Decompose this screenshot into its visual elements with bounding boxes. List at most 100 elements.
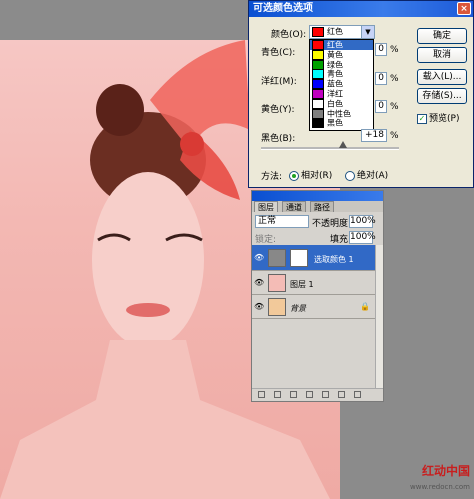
black-slider-track[interactable]	[261, 147, 399, 150]
selected-color-swatch	[312, 26, 324, 37]
radio-relative[interactable]	[289, 170, 299, 181]
new-layer-icon[interactable]	[338, 391, 345, 398]
layer-1[interactable]: 👁 图层 1	[252, 271, 383, 295]
preview-checkbox[interactable]: ✓	[417, 113, 427, 124]
lock-icon: 🔒	[360, 302, 370, 311]
group-folder-icon[interactable]	[322, 391, 329, 398]
bow-knot	[180, 132, 204, 156]
dialog-titlebar: 可选颜色选项 ×	[249, 1, 473, 17]
tab-channels[interactable]: 通道	[282, 201, 306, 212]
swatch-red	[312, 40, 324, 50]
opacity-label: 不透明度:	[312, 219, 352, 229]
magenta-unit: %	[390, 74, 399, 84]
trash-icon[interactable]	[354, 391, 361, 398]
eye-icon[interactable]: 👁	[254, 254, 264, 262]
dropdown-item-label: 洋红	[327, 89, 343, 99]
colors-label: 颜色(O):	[271, 30, 307, 40]
layer-selective-color[interactable]: 👁 选取颜色 1	[252, 245, 383, 271]
dropdown-item-white[interactable]: 白色	[310, 98, 373, 109]
fill-input[interactable]: 100%	[349, 231, 376, 244]
watermark-text: 红动中国	[421, 464, 470, 478]
yellow-unit: %	[390, 102, 399, 112]
layers-panel-tabs: 图层 通道 路径	[252, 201, 383, 212]
blend-opacity-row: 正常 不透明度: 100%	[252, 214, 383, 229]
save-button[interactable]: 存储(S)...	[417, 88, 467, 104]
swatch-green	[312, 59, 324, 70]
swatch-white	[312, 98, 324, 109]
dialog-title: 可选颜色选项	[253, 3, 313, 14]
method-relative-label: 相对(R)	[301, 171, 333, 181]
method-absolute-label: 绝对(A)	[357, 171, 389, 181]
cancel-button[interactable]: 取消	[417, 47, 467, 63]
lock-fill-row: 锁定: 填充: 100%	[252, 230, 383, 245]
radio-absolute[interactable]	[345, 170, 355, 181]
tab-paths[interactable]: 路径	[310, 201, 334, 212]
link-icon[interactable]	[258, 391, 265, 398]
swatch-cyan	[312, 69, 324, 80]
method-label: 方法:	[261, 172, 283, 182]
watermark-url: www.redocn.com	[410, 483, 470, 491]
layers-panel-footer	[252, 388, 383, 401]
mask-thumbnail	[290, 249, 308, 267]
layer-thumbnail	[268, 274, 286, 292]
black-unit: %	[390, 131, 399, 141]
adjustment-icon[interactable]	[306, 391, 313, 398]
colors-dropdown-list[interactable]: 红色 黄色 绿色 青色 蓝色 洋红 白色 中性色 黑色	[309, 39, 374, 131]
method-relative-option[interactable]: 相对(R)	[289, 168, 332, 181]
colors-select[interactable]: 红色 ▼	[309, 25, 375, 39]
black-label: 黑色(B):	[261, 134, 296, 144]
dropdown-item-magenta[interactable]: 洋红	[310, 88, 373, 99]
mask-icon[interactable]	[290, 391, 297, 398]
layers-scrollbar[interactable]	[375, 245, 383, 390]
layer-background[interactable]: 👁 背景 🔒	[252, 295, 383, 319]
ok-button[interactable]: 确定	[417, 28, 467, 44]
dropdown-item-cyan[interactable]: 青色	[310, 69, 373, 80]
cyan-unit: %	[390, 45, 399, 55]
magenta-label: 洋红(M):	[261, 77, 297, 87]
dropdown-item-label: 蓝色	[327, 79, 343, 89]
dropdown-item-red[interactable]: 红色	[310, 40, 373, 50]
layers-panel-titlebar	[252, 191, 383, 201]
opacity-input[interactable]: 100%	[349, 215, 376, 228]
eye-icon[interactable]: 👁	[254, 303, 264, 311]
dropdown-item-label: 红色	[327, 40, 343, 50]
cyan-input[interactable]: 0	[375, 43, 387, 56]
layers-panel: 图层 通道 路径 正常 不透明度: 100% 锁定: 填充: 100% 👁 选取…	[251, 190, 384, 402]
preview-option[interactable]: ✓ 预览(P)	[417, 111, 459, 124]
face-shape	[92, 172, 204, 348]
selective-color-dialog: 可选颜色选项 × 颜色(O): 红色 ▼ 红色 黄色 绿色 青色 蓝色 洋红 白…	[248, 0, 474, 188]
blend-mode-select[interactable]: 正常	[255, 215, 309, 228]
cyan-label: 青色(C):	[261, 48, 296, 58]
layer-thumbnail	[268, 298, 286, 316]
dropdown-item-label: 中性色	[327, 109, 351, 119]
lips	[126, 303, 170, 317]
method-absolute-option[interactable]: 绝对(A)	[345, 168, 388, 181]
fill-label: 填充:	[330, 235, 352, 245]
fx-icon[interactable]	[274, 391, 281, 398]
dropdown-item-black[interactable]: 黑色	[310, 118, 373, 129]
swatch-blue	[312, 79, 324, 90]
dropdown-item-label: 黑色	[327, 118, 343, 128]
magenta-input[interactable]: 0	[375, 72, 387, 85]
colors-selected-value: 红色	[327, 27, 343, 36]
layer-name: 图层 1	[290, 280, 314, 289]
preview-label: 预览(P)	[429, 114, 460, 124]
dropdown-item-green[interactable]: 绿色	[310, 59, 373, 70]
black-slider-thumb[interactable]	[339, 141, 347, 148]
load-button[interactable]: 载入(L)...	[417, 69, 467, 85]
dropdown-item-blue[interactable]: 蓝色	[310, 79, 373, 90]
black-input[interactable]: +18	[361, 129, 387, 142]
swatch-yellow	[312, 49, 324, 60]
dropdown-item-yellow[interactable]: 黄色	[310, 49, 373, 60]
yellow-input[interactable]: 0	[375, 100, 387, 113]
lock-label: 锁定:	[255, 235, 277, 245]
yellow-label: 黄色(Y):	[261, 105, 295, 115]
dropdown-item-neutral[interactable]: 中性色	[310, 108, 373, 119]
eye-icon[interactable]: 👁	[254, 279, 264, 287]
dropdown-item-label: 绿色	[327, 60, 343, 70]
chevron-down-icon[interactable]: ▼	[361, 26, 374, 38]
hair-bun	[96, 84, 144, 136]
close-icon[interactable]: ×	[457, 2, 471, 15]
swatch-magenta	[312, 88, 324, 99]
tab-layers[interactable]: 图层	[254, 201, 278, 212]
